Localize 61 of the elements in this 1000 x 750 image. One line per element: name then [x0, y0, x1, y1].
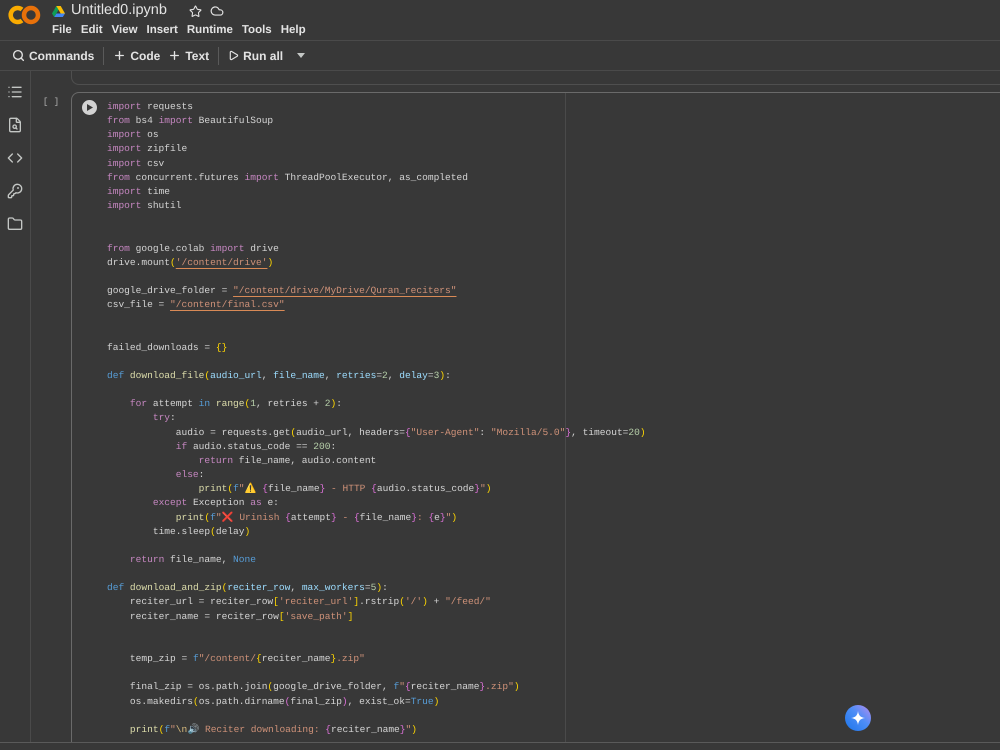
code-line: from concurrent.futures import ThreadPoolExecutor, as_completed — [107, 170, 468, 185]
menu-item[interactable]: Tools — [242, 22, 272, 40]
list-icon[interactable] — [7, 84, 23, 100]
add-cell-button[interactable]: Code — [109, 44, 164, 68]
code-line: if audio.status_code == 200: — [176, 440, 336, 454]
code-line: print(f"⚠ {file_name} - HTTP {audio.status_code}") — [198, 482, 492, 496]
code-line: failed_downloads = {} — [107, 340, 228, 355]
code-line: drive.mount('/content/drive') — [107, 256, 274, 270]
code-line: from google.colab import drive — [107, 242, 279, 256]
code-line: return file_name, audio.content — [198, 454, 376, 468]
run-all-button[interactable]: Run all — [224, 44, 288, 68]
document-search-icon[interactable] — [7, 117, 23, 133]
commands-button[interactable]: Commands — [8, 44, 98, 68]
notebook-title[interactable]: Untitled0.ipynb — [71, 0, 167, 22]
menu-item[interactable]: Help — [280, 22, 306, 40]
code-line: import zipfile — [107, 142, 188, 156]
code-line: reciter_url = reciter_row['reciter_url'].rstrip('/') + "/feed/" — [130, 595, 491, 610]
execution-count: [ ] — [42, 96, 60, 109]
code-line: time.sleep(delay) — [152, 524, 250, 539]
code-line: csv_file = "/content/final.csv" — [107, 298, 285, 312]
code-line: from bs4 import BeautifulSoup — [107, 114, 274, 128]
add-cell-button[interactable]: Text — [164, 44, 214, 68]
menu-item[interactable]: View — [112, 22, 138, 40]
code-line: import shutil — [107, 199, 182, 214]
code-line: else: — [176, 468, 204, 482]
code-line: import os — [107, 128, 159, 142]
menu-item[interactable]: Runtime — [186, 22, 233, 40]
code-line: print(f"\n🔊 Reciter downloading: {reciter_name}") — [130, 722, 417, 737]
run-cell-button[interactable] — [82, 100, 97, 115]
star-icon[interactable] — [188, 4, 202, 18]
plus-icon — [113, 49, 126, 62]
code-line: def download_file(audio_url, file_name, retries=2, delay=3): — [107, 368, 451, 383]
play-icon — [86, 104, 92, 111]
code-line: audio = requests.get(audio_url, headers={"User-Agent": "Mozilla/5.0"}, timeout=20) — [176, 426, 646, 440]
code-line: temp_zip = f"/content/{reciter_name}.zip" — [130, 652, 365, 666]
sparkle-icon[interactable] — [845, 705, 871, 731]
search-icon — [12, 49, 25, 62]
code-line: reciter_name = reciter_row['save_path'] — [130, 610, 354, 624]
code-line: def download_and_zip(reciter_row, max_workers=5): — [107, 581, 388, 596]
code-line: import csv — [107, 156, 164, 171]
cloud-icon[interactable] — [210, 4, 224, 18]
code-line: for attempt in range(1, retries + 2): — [130, 397, 342, 412]
code-line: print(f"❌ Urinish {attempt} - {file_name}: {e}") — [176, 510, 458, 525]
triangle-logo-icon — [52, 6, 65, 16]
folder-icon[interactable] — [7, 216, 23, 232]
code-line: final_zip = os.path.join(google_drive_folder, f"{reciter_name}.zip") — [130, 680, 520, 694]
menu-item[interactable]: File — [52, 22, 72, 40]
code-line: except Exception as e: — [152, 496, 279, 510]
code-line: os.makedirs(os.path.dirname(final_zip), exist_ok=True) — [130, 694, 440, 709]
code-line: google_drive_folder = "/content/drive/MyDrive/Quran_reciters" — [107, 284, 456, 298]
caret-icon[interactable] — [297, 53, 306, 58]
play-icon — [228, 50, 240, 61]
code-line: import time — [107, 184, 170, 199]
plus-icon — [168, 49, 182, 62]
menu-item[interactable]: Edit — [80, 22, 103, 40]
key-icon[interactable] — [7, 183, 23, 199]
menu-item[interactable]: Insert — [146, 22, 178, 40]
code-line: import requests — [107, 100, 193, 114]
code-line: try: — [152, 411, 176, 426]
rings-logo-icon[interactable] — [8, 5, 42, 25]
code-line: return file_name, None — [130, 553, 256, 567]
